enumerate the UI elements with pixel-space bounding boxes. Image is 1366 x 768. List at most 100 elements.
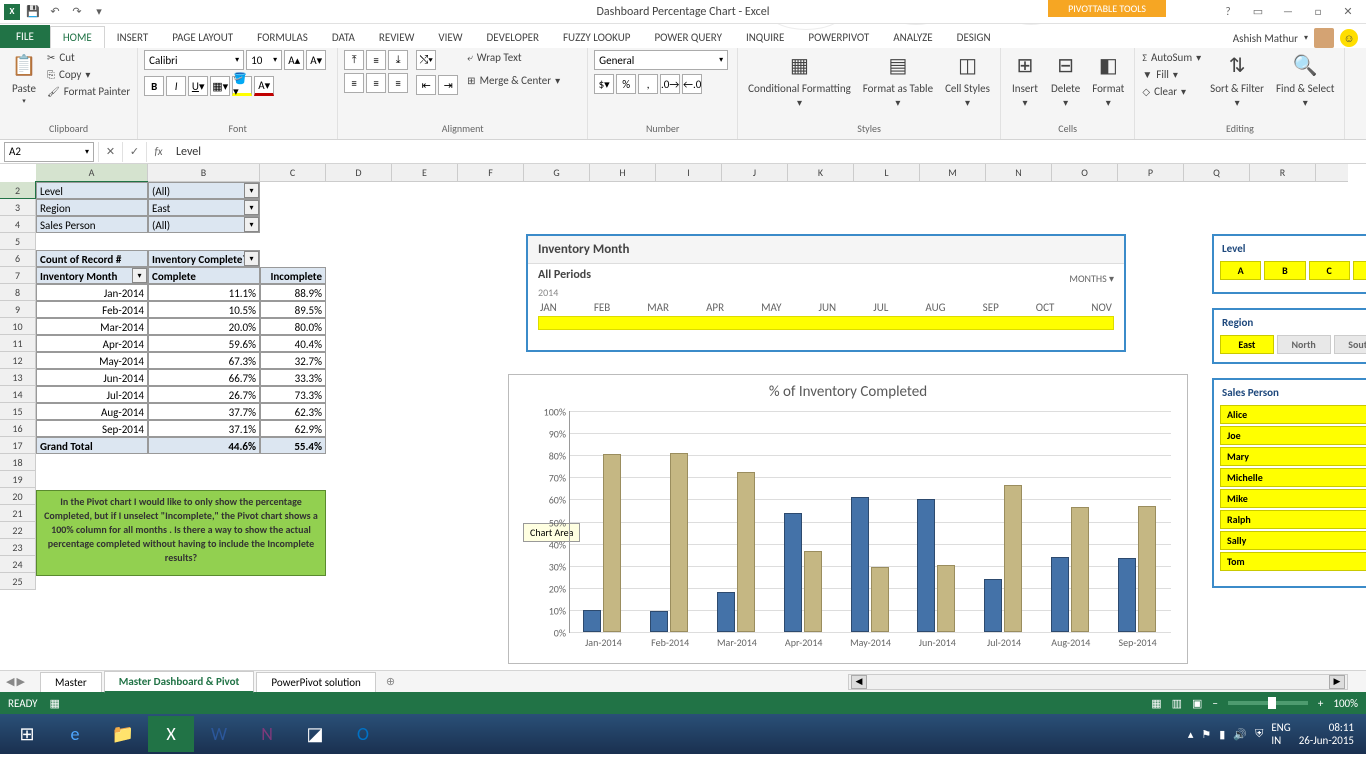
tab-powerpivot[interactable]: POWERPIVOT — [796, 27, 881, 48]
sort-filter-button[interactable]: ⇅Sort & Filter▾ — [1206, 50, 1268, 111]
row-header[interactable]: 5 — [0, 233, 35, 250]
comma-icon[interactable]: , — [638, 74, 658, 94]
tab-review[interactable]: REVIEW — [367, 27, 427, 48]
col-header[interactable]: P — [1118, 164, 1184, 181]
bar-complete[interactable] — [984, 579, 1002, 632]
bar-incomplete[interactable] — [871, 567, 889, 632]
slicer-item[interactable]: East — [1220, 335, 1274, 354]
cell[interactable]: Grand Total — [36, 437, 148, 454]
cell[interactable]: 62.3% — [260, 403, 326, 420]
number-format-combo[interactable]: General▾ — [594, 50, 728, 70]
pivot-chart[interactable]: % of Inventory CompletedChart Area0%10%2… — [508, 374, 1188, 664]
bar-complete[interactable] — [784, 513, 802, 632]
cell[interactable]: Region — [36, 199, 148, 216]
tab-page-layout[interactable]: PAGE LAYOUT — [160, 27, 245, 48]
bold-button[interactable]: B — [144, 76, 164, 96]
find-select-button[interactable]: 🔍Find & Select▾ — [1272, 50, 1338, 111]
cell[interactable]: Jun-2014 — [36, 369, 148, 386]
tab-insert[interactable]: INSERT — [105, 27, 161, 48]
fill-color-button[interactable]: 🪣▾ — [232, 76, 252, 96]
italic-button[interactable]: I — [166, 76, 186, 96]
row-header[interactable]: 6 — [0, 250, 35, 267]
row-header[interactable]: 21 — [0, 505, 35, 522]
onenote-icon[interactable]: N — [244, 716, 290, 752]
bar-complete[interactable] — [1051, 557, 1069, 632]
font-name-combo[interactable]: Calibri ▾ — [144, 50, 244, 70]
cell[interactable]: Jul-2014 — [36, 386, 148, 403]
tray-flag-icon[interactable]: ⚑ — [1201, 728, 1211, 741]
cell[interactable]: 59.6% — [148, 335, 260, 352]
zoom-slider[interactable] — [1228, 701, 1308, 705]
ie-icon[interactable]: e — [52, 716, 98, 752]
word-icon[interactable]: W — [196, 716, 242, 752]
bar-complete[interactable] — [650, 611, 668, 632]
slicer-item[interactable]: Sally — [1220, 531, 1366, 550]
merge-center-button[interactable]: ⊞ Merge & Center ▾ — [466, 73, 561, 88]
explorer-icon[interactable]: 📁 — [100, 716, 146, 752]
bar-incomplete[interactable] — [737, 472, 755, 632]
bar-incomplete[interactable] — [1004, 485, 1022, 632]
row-header[interactable]: 12 — [0, 352, 35, 369]
app-icon[interactable]: ◪ — [292, 716, 338, 752]
start-button[interactable]: ⊞ — [4, 716, 50, 752]
bar-complete[interactable] — [851, 497, 869, 632]
conditional-formatting-button[interactable]: ▦Conditional Formatting▾ — [744, 50, 855, 111]
slicer-item[interactable]: C — [1309, 261, 1350, 280]
row-header[interactable]: 24 — [0, 556, 35, 573]
slicer-item[interactable]: North — [1277, 335, 1331, 354]
bar-incomplete[interactable] — [670, 453, 688, 632]
col-header[interactable]: E — [392, 164, 458, 181]
cell[interactable]: 33.3% — [260, 369, 326, 386]
bar-complete[interactable] — [717, 592, 735, 632]
qat-customize-icon[interactable]: ▾ — [90, 3, 108, 21]
cell[interactable]: 11.1% — [148, 284, 260, 301]
cell[interactable]: 32.7% — [260, 352, 326, 369]
col-header[interactable]: N — [986, 164, 1052, 181]
col-header[interactable]: C — [260, 164, 326, 181]
view-page-layout-icon[interactable]: ▥ — [1172, 697, 1182, 710]
col-header[interactable]: R — [1250, 164, 1316, 181]
col-header[interactable]: F — [458, 164, 524, 181]
underline-button[interactable]: U▾ — [188, 76, 208, 96]
excel-taskbar-icon[interactable]: X — [148, 716, 194, 752]
cell-styles-button[interactable]: ◫Cell Styles▾ — [941, 50, 994, 111]
tray-network-icon[interactable]: ▮ — [1219, 728, 1225, 741]
tab-developer[interactable]: DEVELOPER — [475, 27, 551, 48]
tab-file[interactable]: FILE — [0, 25, 50, 48]
filter-dropdown-icon[interactable]: ▾ — [244, 183, 259, 198]
delete-cells-button[interactable]: ⊟Delete▾ — [1047, 50, 1084, 111]
decrease-font-icon[interactable]: A▾ — [306, 50, 326, 70]
cell[interactable]: Level — [36, 182, 148, 199]
filter-dropdown-icon[interactable]: ▾ — [244, 251, 259, 266]
fill-button[interactable]: ▼ Fill ▾ — [1141, 67, 1202, 82]
zoom-out-icon[interactable]: − — [1212, 697, 1217, 710]
filter-dropdown-icon[interactable]: ▾ — [132, 268, 147, 283]
format-as-table-button[interactable]: ▤Format as Table▾ — [859, 50, 937, 111]
row-header[interactable]: 3 — [0, 199, 35, 216]
view-page-break-icon[interactable]: ▣ — [1192, 697, 1202, 710]
row-header[interactable]: 10 — [0, 318, 35, 335]
cell[interactable]: 62.9% — [260, 420, 326, 437]
row-header[interactable]: 11 — [0, 335, 35, 352]
insert-cells-button[interactable]: ⊞Insert▾ — [1007, 50, 1043, 111]
cell[interactable]: Apr-2014 — [36, 335, 148, 352]
row-header[interactable]: 13 — [0, 369, 35, 386]
timeline-range[interactable] — [538, 316, 1114, 330]
col-header[interactable]: A — [36, 164, 148, 181]
slicer-level[interactable]: Level⌧ABCD — [1212, 234, 1366, 294]
col-header[interactable]: H — [590, 164, 656, 181]
view-normal-icon[interactable]: ▦ — [1151, 697, 1161, 710]
cell[interactable]: Sep-2014 — [36, 420, 148, 437]
row-header[interactable]: 20 — [0, 488, 35, 505]
format-painter-button[interactable]: 🖌 Format Painter — [46, 84, 131, 99]
decrease-decimal-icon[interactable]: ←.0 — [682, 74, 702, 94]
percent-icon[interactable]: % — [616, 74, 636, 94]
row-header[interactable]: 4 — [0, 216, 35, 233]
tab-home[interactable]: HOME — [50, 26, 105, 48]
slicer-item[interactable]: B — [1264, 261, 1305, 280]
tray-lang[interactable]: ENGIN — [1271, 721, 1290, 747]
ribbon-options-icon[interactable]: ▭ — [1244, 2, 1272, 22]
redo-icon[interactable]: ↷ — [68, 3, 86, 21]
tray-clock[interactable]: 08:1126-Jun-2015 — [1299, 721, 1354, 747]
cell[interactable]: 37.1% — [148, 420, 260, 437]
